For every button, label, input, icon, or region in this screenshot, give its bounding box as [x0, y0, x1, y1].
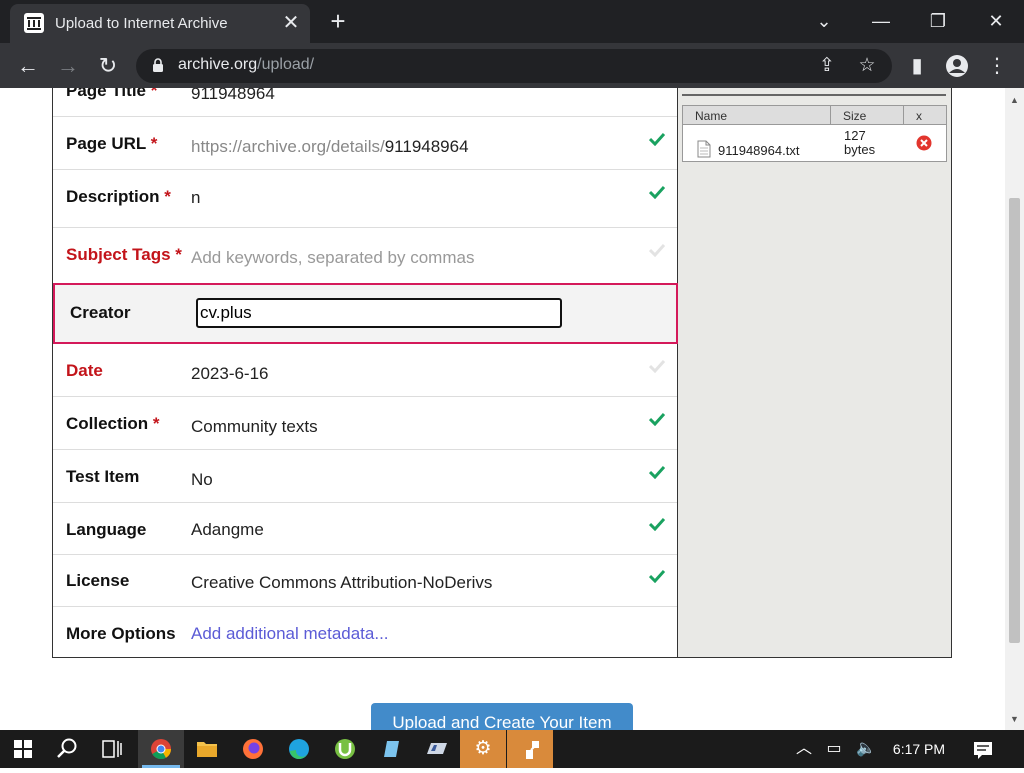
check-icon — [649, 185, 665, 199]
browser-tab-bar: Upload to Internet Archive ✕ + ⌄ — ❐ ✕ — [0, 0, 1024, 43]
tab-title: Upload to Internet Archive — [55, 15, 228, 32]
edge-icon[interactable] — [276, 730, 322, 768]
settings-taskbar-icon[interactable]: ⚙ — [460, 730, 506, 768]
row-more-options: More Options Add additional metadata... — [53, 607, 677, 658]
value-language[interactable]: Adangme — [191, 520, 264, 540]
side-panel-icon[interactable]: ▮ — [904, 53, 930, 79]
row-subject-tags: Subject Tags * Add keywords, separated b… — [53, 228, 677, 283]
label-subject-tags: Subject Tags * — [66, 245, 182, 264]
browser-tab[interactable]: Upload to Internet Archive ✕ — [10, 4, 310, 43]
label-date: Date — [66, 361, 103, 380]
forward-icon[interactable]: → — [54, 52, 82, 80]
url-text: archive.org/upload/ — [178, 56, 315, 73]
file-explorer-icon[interactable] — [184, 730, 230, 768]
label-creator: Creator — [70, 303, 131, 322]
row-description: Description * n — [53, 170, 677, 228]
divider — [682, 94, 946, 96]
page-scrollbar[interactable]: ▲ ▼ — [1005, 88, 1024, 730]
scroll-up-icon[interactable]: ▲ — [1009, 95, 1020, 105]
profile-icon[interactable] — [944, 53, 970, 79]
windows-start-icon[interactable] — [0, 730, 46, 768]
file-list-pane: Name Size x 911948964.txt 127 bytes — [678, 88, 952, 658]
row-creator: Creator — [53, 283, 678, 344]
creator-input[interactable] — [196, 298, 562, 328]
document-icon — [697, 140, 711, 158]
task-view-icon[interactable] — [89, 730, 135, 768]
tab-close-icon[interactable]: ✕ — [280, 12, 302, 34]
upload-create-button[interactable]: Upload and Create Your Item — [371, 703, 633, 730]
value-test-item[interactable]: No — [191, 470, 213, 490]
lock-icon — [153, 58, 163, 72]
archive-favicon-icon — [24, 13, 44, 33]
label-page-title: Page Title * — [66, 88, 158, 100]
check-icon — [649, 243, 665, 257]
windows-taskbar: ⚙ ︿ ▭ 🔈 6:17 PM — [0, 730, 1024, 768]
label-license: License — [66, 571, 130, 590]
app-book-icon[interactable] — [414, 730, 460, 768]
row-license: License Creative Commons Attribution-NoD… — [53, 555, 677, 607]
network-icon[interactable]: ▭ — [822, 730, 846, 768]
scroll-down-icon[interactable]: ▼ — [1009, 714, 1020, 724]
header-size[interactable]: Size — [831, 106, 904, 125]
utorrent-icon[interactable] — [322, 730, 368, 768]
menu-icon[interactable]: ⋮ — [984, 53, 1010, 79]
value-description[interactable]: n — [191, 188, 200, 208]
search-icon[interactable] — [44, 730, 90, 768]
clock[interactable]: 6:17 PM — [884, 730, 954, 768]
value-date[interactable]: 2023-6-16 — [191, 364, 269, 384]
tray-chevron-up-icon[interactable]: ︿ — [792, 730, 816, 768]
check-icon — [649, 569, 665, 583]
restore-icon[interactable]: ❐ — [923, 6, 953, 36]
app-orange-icon[interactable] — [507, 730, 553, 768]
value-license[interactable]: Creative Commons Attribution-NoDerivs — [191, 573, 492, 593]
browser-toolbar: ← → ↻ archive.org/upload/ ⇪ ☆ ▮ ⋮ — [0, 43, 1024, 88]
gear-icon: ⚙ — [474, 738, 492, 759]
label-page-url: Page URL * — [66, 134, 158, 153]
metadata-form: Page Title * 911948964 Page URL * https:… — [52, 88, 678, 658]
label-language: Language — [66, 520, 147, 539]
check-icon — [649, 412, 665, 426]
file-size: 127 bytes — [844, 128, 876, 157]
scroll-thumb[interactable] — [1009, 198, 1020, 643]
row-page-title: Page Title * 911948964 — [53, 88, 677, 117]
bookmark-star-icon[interactable]: ☆ — [856, 55, 878, 77]
back-icon[interactable]: ← — [14, 52, 42, 80]
check-icon — [649, 465, 665, 479]
firefox-icon[interactable] — [230, 730, 276, 768]
tab-search-icon[interactable]: ⌄ — [809, 6, 839, 36]
row-language: Language Adangme — [53, 503, 677, 555]
subject-tags-input[interactable]: Add keywords, separated by commas — [191, 248, 474, 268]
row-test-item: Test Item No — [53, 450, 677, 503]
notification-icon[interactable] — [970, 730, 996, 768]
label-test-item: Test Item — [66, 467, 140, 486]
volume-icon[interactable]: 🔈 — [852, 730, 880, 768]
page-content: Page Title * 911948964 Page URL * https:… — [0, 88, 1024, 730]
label-description: Description * — [66, 187, 171, 206]
value-page-title[interactable]: 911948964 — [191, 88, 275, 104]
label-collection: Collection * — [66, 414, 160, 433]
chrome-taskbar-icon[interactable] — [138, 730, 184, 768]
row-collection: Collection * Community texts — [53, 397, 677, 450]
row-date: Date 2023-6-16 — [53, 344, 677, 397]
header-name[interactable]: Name — [683, 106, 831, 125]
app-blue-icon[interactable] — [368, 730, 414, 768]
check-icon — [649, 359, 665, 373]
label-more-options: More Options — [66, 624, 176, 643]
row-page-url: Page URL * https://archive.org/details/9… — [53, 117, 677, 170]
check-icon — [649, 517, 665, 531]
minimize-icon[interactable]: — — [866, 6, 896, 36]
value-collection[interactable]: Community texts — [191, 417, 318, 437]
header-remove: x — [904, 106, 946, 125]
new-tab-icon[interactable]: + — [326, 8, 350, 34]
value-page-url[interactable]: https://archive.org/details/911948964 — [191, 137, 469, 157]
window-close-icon[interactable]: ✕ — [981, 6, 1011, 36]
remove-file-icon[interactable] — [916, 135, 932, 151]
add-metadata-link[interactable]: Add additional metadata... — [191, 624, 389, 644]
address-bar[interactable]: archive.org/upload/ ⇪ ☆ — [136, 49, 892, 83]
reload-icon[interactable]: ↻ — [94, 52, 122, 80]
share-icon[interactable]: ⇪ — [816, 55, 838, 77]
check-icon — [649, 132, 665, 146]
file-name: 911948964.txt — [718, 143, 800, 158]
